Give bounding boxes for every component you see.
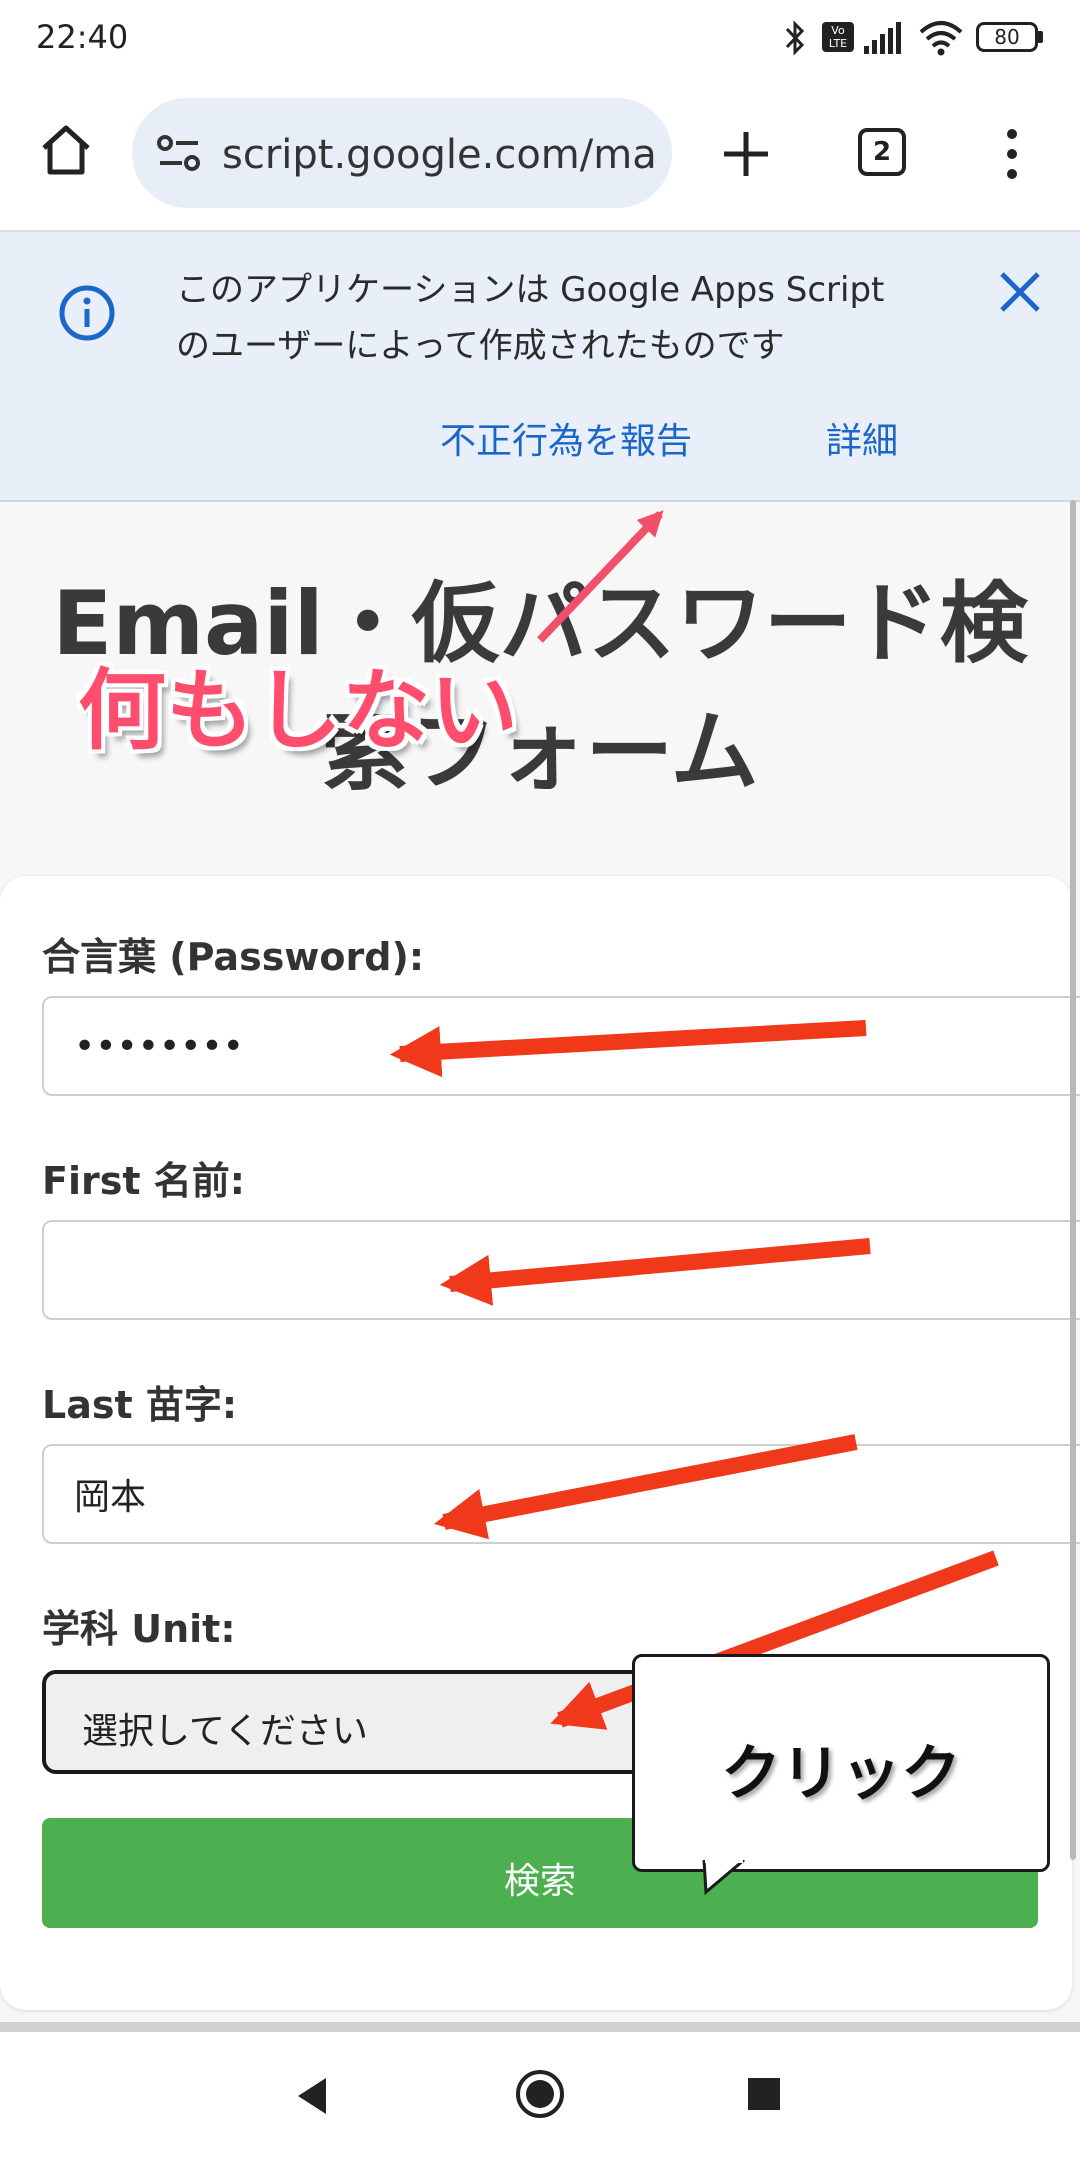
volte-icon: Vo LTE [822, 22, 854, 52]
signal-icon [864, 22, 901, 54]
back-icon[interactable] [294, 2076, 330, 2116]
report-abuse-link[interactable]: 不正行為を報告 [440, 412, 692, 464]
first-name-field[interactable] [42, 1220, 1080, 1320]
status-bar: 22:40 Vo LTE 80 [0, 0, 1080, 80]
battery-tip [1038, 31, 1043, 43]
tab-switcher-button[interactable]: 2 [858, 128, 906, 176]
status-time: 22:40 [36, 18, 129, 56]
details-link[interactable]: 詳細 [826, 412, 898, 464]
battery-level: 80 [994, 25, 1020, 49]
page-bottom-edge [0, 2022, 1080, 2032]
home-nav-icon[interactable] [514, 2068, 566, 2120]
password-label: 合言葉 (Password): [42, 935, 425, 979]
home-icon[interactable] [38, 122, 94, 178]
info-icon [59, 285, 115, 341]
battery-icon: 80 [976, 22, 1038, 52]
page-scrollbar[interactable] [1070, 500, 1076, 1860]
system-nav-bar [0, 2032, 1080, 2160]
click-callout-text: クリック [721, 1739, 961, 1809]
wifi-icon [919, 21, 963, 56]
url-bar[interactable]: script.google.com/ma [132, 98, 672, 208]
last-name-label: Last 苗字: [42, 1383, 238, 1427]
site-settings-icon[interactable] [156, 132, 202, 174]
banner-message: このアプリケーションは Google Apps Script のユーザーによって… [176, 270, 885, 366]
url-text[interactable]: script.google.com/ma [222, 132, 657, 178]
recents-icon[interactable] [746, 2076, 782, 2112]
apps-script-info-banner: このアプリケーションは Google Apps Script のユーザーによって… [0, 232, 1080, 502]
do-nothing-annotation: 何もしない [78, 659, 519, 762]
volte-label: Vo LTE [828, 24, 848, 50]
new-tab-icon[interactable] [718, 126, 774, 182]
click-callout: クリック [632, 1654, 1050, 1872]
bluetooth-icon [785, 20, 805, 56]
last-name-field[interactable] [42, 1444, 1080, 1544]
tab-count: 2 [872, 137, 892, 167]
password-field[interactable] [42, 996, 1080, 1096]
callout-tail [702, 1860, 745, 1896]
close-icon[interactable] [996, 268, 1044, 316]
unit-label: 学科 Unit: [42, 1607, 236, 1651]
more-menu-icon[interactable] [998, 126, 1026, 182]
unit-select-value: 選択してください [82, 1711, 368, 1752]
first-name-label: First 名前: [42, 1159, 245, 1203]
unit-select[interactable]: 選択してください [42, 1670, 662, 1774]
